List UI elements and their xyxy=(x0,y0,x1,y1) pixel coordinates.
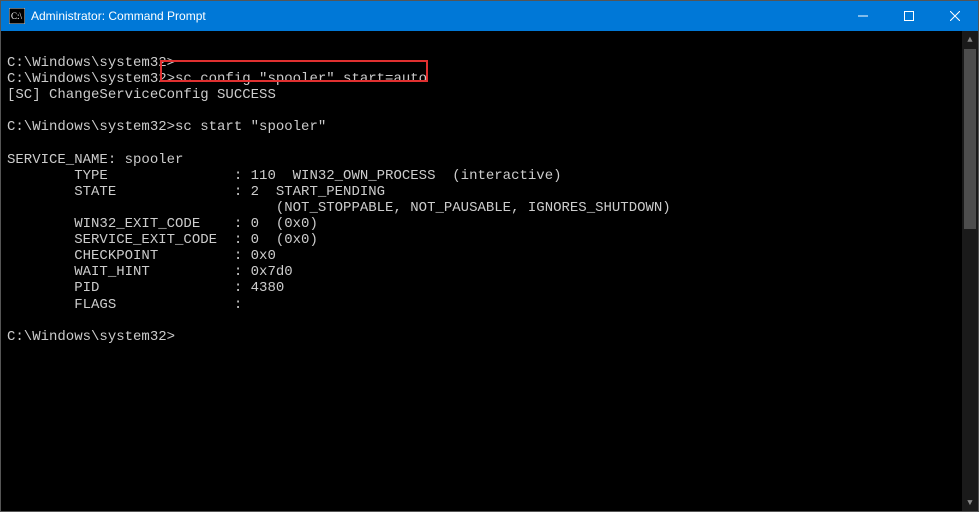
cmd-window: C:\ Administrator: Command Prompt C:\Win… xyxy=(0,0,979,512)
close-button[interactable] xyxy=(932,1,978,31)
terminal-line: C:\Windows\system32>sc start "spooler" xyxy=(7,119,974,135)
minimize-button[interactable] xyxy=(840,1,886,31)
scrollbar-thumb[interactable] xyxy=(964,49,976,229)
cmd-icon: C:\ xyxy=(9,8,25,24)
window-title: Administrator: Command Prompt xyxy=(31,9,206,23)
terminal-line: PID : 4380 xyxy=(7,280,974,296)
terminal-line: [SC] ChangeServiceConfig SUCCESS xyxy=(7,87,974,103)
terminal-area[interactable]: C:\Windows\system32>C:\Windows\system32>… xyxy=(1,31,978,511)
terminal-line: TYPE : 110 WIN32_OWN_PROCESS (interactiv… xyxy=(7,168,974,184)
terminal-line xyxy=(7,103,974,119)
terminal-line xyxy=(7,39,974,55)
terminal-line: C:\Windows\system32>sc config "spooler" … xyxy=(7,71,974,87)
titlebar[interactable]: C:\ Administrator: Command Prompt xyxy=(1,1,978,31)
terminal-line: FLAGS : xyxy=(7,297,974,313)
terminal-line: C:\Windows\system32> xyxy=(7,329,974,345)
vertical-scrollbar[interactable]: ▲ ▼ xyxy=(962,31,978,511)
terminal-line: CHECKPOINT : 0x0 xyxy=(7,248,974,264)
maximize-button[interactable] xyxy=(886,1,932,31)
terminal-line: SERVICE_EXIT_CODE : 0 (0x0) xyxy=(7,232,974,248)
scroll-up-arrow[interactable]: ▲ xyxy=(962,31,978,48)
scroll-down-arrow[interactable]: ▼ xyxy=(962,494,978,511)
terminal-line: C:\Windows\system32> xyxy=(7,55,974,71)
svg-text:C:\: C:\ xyxy=(11,11,23,21)
terminal-line: (NOT_STOPPABLE, NOT_PAUSABLE, IGNORES_SH… xyxy=(7,200,974,216)
terminal-line: SERVICE_NAME: spooler xyxy=(7,152,974,168)
terminal-line: WIN32_EXIT_CODE : 0 (0x0) xyxy=(7,216,974,232)
terminal-line xyxy=(7,313,974,329)
terminal-line xyxy=(7,136,974,152)
terminal-line: STATE : 2 START_PENDING xyxy=(7,184,974,200)
terminal-line: WAIT_HINT : 0x7d0 xyxy=(7,264,974,280)
